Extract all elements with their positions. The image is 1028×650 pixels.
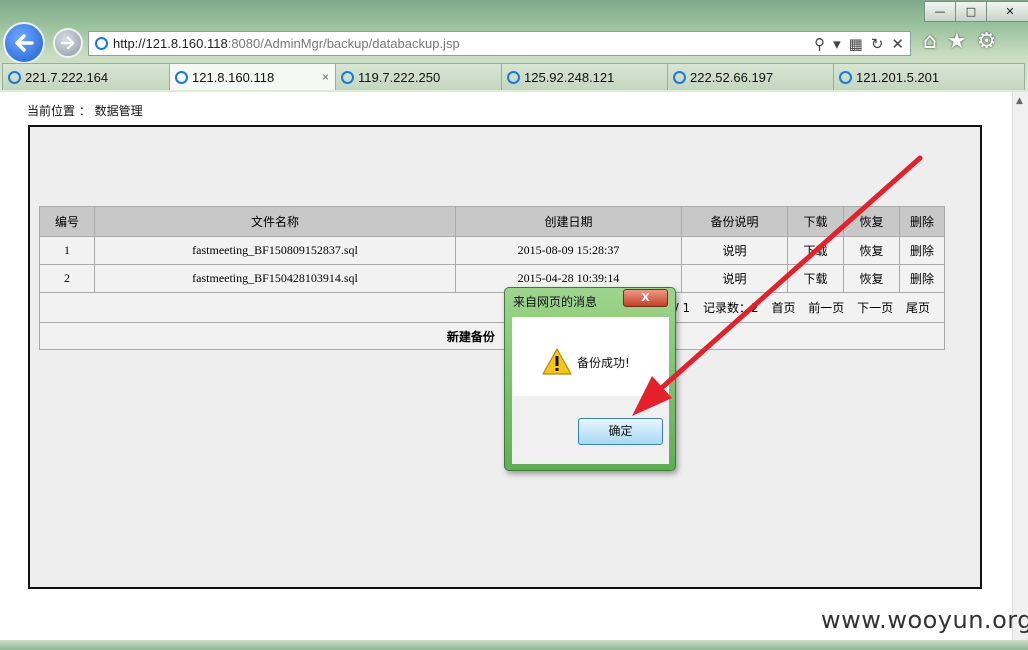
- dialog-close-button[interactable]: X: [623, 289, 668, 307]
- tab-label: 222.52.66.197: [690, 70, 774, 85]
- dialog-message: 备份成功!: [577, 356, 630, 370]
- dialog-footer: 确定: [512, 396, 669, 464]
- cell-filename: fastmeeting_BF150809152837.sql: [94, 236, 456, 265]
- actions-row: 新建备份 上传: [39, 322, 945, 350]
- col-filename: 文件名称: [94, 206, 456, 237]
- table-row: 1 fastmeeting_BF150809152837.sql 2015-08…: [39, 236, 945, 265]
- ie-page-icon: [95, 37, 108, 50]
- table-row: 2 fastmeeting_BF150428103914.sql 2015-04…: [39, 264, 945, 293]
- tab-label: 121.8.160.118: [192, 70, 275, 85]
- col-note: 备份说明: [681, 206, 788, 237]
- restore-link[interactable]: 恢复: [843, 236, 900, 265]
- breadcrumb: 当前位置 ： 数据管理: [27, 104, 143, 118]
- alert-dialog: 来自网页的消息 X 备份成功! 确定: [504, 287, 676, 471]
- ie-tab-icon: [175, 71, 188, 84]
- actions: 新建备份 上传: [39, 322, 945, 350]
- compat-view-icon[interactable]: ▦: [849, 35, 863, 53]
- tab-121-201-5-201[interactable]: 121.201.5.201: [833, 63, 1025, 90]
- ok-button[interactable]: 确定: [578, 418, 663, 445]
- dialog-title: 来自网页的消息: [513, 295, 598, 309]
- minimize-button[interactable]: —: [924, 1, 956, 22]
- warning-icon: [542, 348, 572, 375]
- col-date: 创建日期: [455, 206, 682, 237]
- url-path: :8080/AdminMgr/backup/databackup.jsp: [227, 36, 460, 51]
- cell-no: 2: [39, 264, 95, 293]
- cell-filename: fastmeeting_BF150428103914.sql: [94, 264, 456, 293]
- tab-label: 221.7.222.164: [25, 70, 109, 85]
- prev-page-link[interactable]: 前一页: [808, 301, 844, 315]
- tab-125-92-248-121[interactable]: 125.92.248.121: [501, 63, 668, 90]
- restore-link[interactable]: 恢复: [843, 264, 900, 293]
- backup-table: 编号 文件名称 创建日期 备份说明 下载 恢复 删除 1 fastmeeting…: [39, 206, 945, 350]
- url-host: http://121.8.160.118: [113, 36, 228, 51]
- scroll-up-icon[interactable]: ▲: [1016, 96, 1023, 106]
- stop-icon[interactable]: ✕: [891, 35, 904, 53]
- col-delete: 删除: [899, 206, 945, 237]
- col-restore: 恢复: [843, 206, 900, 237]
- favorites-star-icon[interactable]: ★: [947, 29, 967, 54]
- cell-date: 2015-08-09 15:28:37: [455, 236, 682, 265]
- tab-label: 121.201.5.201: [856, 70, 940, 85]
- forward-arrow-icon: [60, 36, 75, 50]
- cell-no: 1: [39, 236, 95, 265]
- tab-119-7-222-250[interactable]: 119.7.222.250: [335, 63, 502, 90]
- record-count: 记录数：2: [702, 301, 759, 315]
- refresh-icon[interactable]: ↻: [871, 35, 884, 53]
- tab-221-7-222-164[interactable]: 221.7.222.164: [2, 63, 170, 90]
- status-bar: [0, 640, 1028, 650]
- settings-gear-icon[interactable]: ⚙: [977, 29, 997, 54]
- maximize-button[interactable]: □: [955, 1, 987, 22]
- browser-chrome: http://121.8.160.118:8080/AdminMgr/backu…: [0, 0, 1028, 92]
- note-link[interactable]: 说明: [681, 264, 788, 293]
- delete-link[interactable]: 删除: [899, 264, 945, 293]
- tab-121-8-160-118[interactable]: 121.8.160.118 ×: [169, 63, 336, 90]
- dialog-body: 备份成功!: [512, 317, 669, 396]
- col-no: 编号: [39, 206, 95, 237]
- col-download: 下载: [787, 206, 844, 237]
- address-bar[interactable]: http://121.8.160.118:8080/AdminMgr/backu…: [88, 31, 911, 56]
- new-backup-link[interactable]: 新建备份: [447, 330, 495, 344]
- note-link[interactable]: 说明: [681, 236, 788, 265]
- next-page-link[interactable]: 下一页: [857, 301, 893, 315]
- back-arrow-icon: [15, 34, 34, 52]
- table-header-row: 编号 文件名称 创建日期 备份说明 下载 恢复 删除: [39, 206, 945, 237]
- home-icon[interactable]: ⌂: [923, 29, 937, 54]
- pager: 1 / 1 记录数：2 首页 前一页 下一页 尾页: [39, 292, 945, 323]
- tab-label: 119.7.222.250: [358, 70, 441, 85]
- tab-222-52-66-197[interactable]: 222.52.66.197: [667, 63, 834, 90]
- ie-tab-icon: [507, 71, 520, 84]
- delete-link[interactable]: 删除: [899, 236, 945, 265]
- last-page-link[interactable]: 尾页: [906, 301, 930, 315]
- watermark: www.wooyun.org: [821, 606, 1028, 634]
- vertical-scrollbar[interactable]: ▲: [1012, 92, 1028, 642]
- ie-tab-icon: [8, 71, 21, 84]
- download-link[interactable]: 下载: [787, 236, 844, 265]
- first-page-link[interactable]: 首页: [771, 301, 795, 315]
- back-button[interactable]: [3, 22, 45, 64]
- search-icon[interactable]: ⚲: [814, 35, 825, 53]
- ie-tab-icon: [839, 71, 852, 84]
- tab-label: 125.92.248.121: [524, 70, 615, 85]
- pager-row: 1 / 1 记录数：2 首页 前一页 下一页 尾页: [39, 292, 945, 323]
- download-link[interactable]: 下载: [787, 264, 844, 293]
- ie-tab-icon: [673, 71, 686, 84]
- dropdown-icon[interactable]: ▾: [833, 35, 841, 53]
- ie-tab-icon: [341, 71, 354, 84]
- forward-button[interactable]: [53, 28, 83, 58]
- close-window-button[interactable]: ✕: [986, 1, 1028, 22]
- address-url: http://121.8.160.118:8080/AdminMgr/backu…: [113, 36, 460, 51]
- tab-close-icon[interactable]: ×: [322, 64, 329, 91]
